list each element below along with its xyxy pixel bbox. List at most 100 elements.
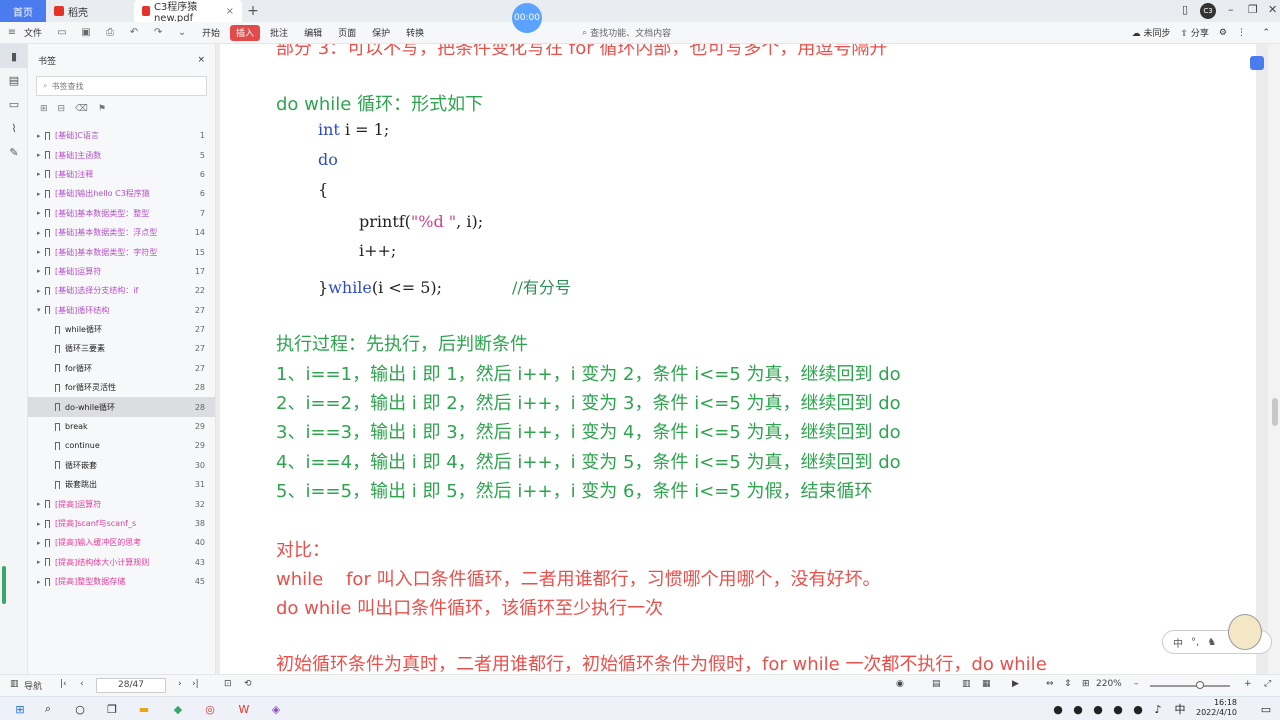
collapsed-arrow-icon[interactable]: ▸ bbox=[37, 558, 41, 566]
bookmark-search[interactable]: ⌕ bbox=[36, 76, 207, 96]
bookmark-item[interactable]: ▸ [基础]选择分支结构：if 22 bbox=[28, 281, 215, 300]
last-page-icon[interactable]: ›| bbox=[192, 679, 199, 689]
collapse-ribbon-icon[interactable]: ⌃ bbox=[1262, 28, 1270, 38]
ime-skin-icon[interactable]: ♞ bbox=[1207, 637, 1216, 648]
bookmark-panel-icon[interactable]: ▮ bbox=[0, 44, 28, 68]
bookmark-item[interactable]: ▾ [基础]循环结构 27 bbox=[28, 301, 215, 320]
minimize-icon[interactable]: – bbox=[1228, 3, 1234, 16]
save-icon[interactable]: ▣ bbox=[79, 27, 93, 39]
page-number-field[interactable]: 28/47 bbox=[96, 678, 166, 693]
collapsed-arrow-icon[interactable]: ▸ bbox=[37, 539, 41, 547]
task-view-icon[interactable]: ❐ bbox=[104, 701, 120, 717]
nav-toggle-icon[interactable]: ▥ bbox=[10, 679, 19, 689]
bookmark-item[interactable]: for循环灵活性 28 bbox=[28, 378, 215, 397]
zoom-in-icon[interactable]: + bbox=[1244, 679, 1252, 689]
delete-bookmark-icon[interactable]: ⌫ bbox=[75, 104, 88, 114]
add-bookmark-icon[interactable]: ⊞ bbox=[40, 104, 48, 114]
more-icon[interactable]: ⋮ bbox=[1237, 28, 1246, 38]
menu-insert[interactable]: 插入 bbox=[230, 24, 261, 41]
zoom-fit-icon[interactable]: ⊞ bbox=[1082, 679, 1090, 689]
sync-status[interactable]: ☁ 未同步 bbox=[1132, 26, 1171, 39]
play-icon[interactable]: ▶ bbox=[1012, 679, 1019, 689]
fit-page-icon[interactable]: ⊡ bbox=[224, 679, 232, 689]
menu-convert[interactable]: 转换 bbox=[398, 22, 432, 44]
bookmark-item[interactable]: ▸ [提高]运算符 32 bbox=[28, 494, 215, 513]
tab-close-icon[interactable]: × bbox=[226, 6, 234, 17]
bookmark-item[interactable]: do-while循环 28 bbox=[28, 397, 215, 417]
zoom-slider-knob[interactable] bbox=[1195, 681, 1204, 689]
double-page-icon[interactable]: ▦ bbox=[982, 679, 991, 689]
continuous-page-icon[interactable]: ▥ bbox=[962, 679, 971, 689]
nav-label[interactable]: 导航 bbox=[24, 679, 42, 692]
collapsed-arrow-icon[interactable]: ▸ bbox=[37, 209, 41, 217]
zoom-value[interactable]: 220% bbox=[1096, 679, 1122, 689]
signature-icon[interactable]: ✎ bbox=[0, 140, 28, 164]
undo-icon[interactable]: ↶ bbox=[127, 27, 141, 39]
tray-icon[interactable]: ● bbox=[1130, 701, 1146, 717]
menu-protect[interactable]: 保护 bbox=[364, 22, 398, 44]
tray-icon[interactable]: ● bbox=[1110, 701, 1126, 717]
collapsed-arrow-icon[interactable]: ▸ bbox=[37, 520, 41, 528]
bookmark-flag-icon[interactable]: ⚑ bbox=[98, 104, 106, 114]
mic-icon[interactable]: ● bbox=[1050, 701, 1066, 717]
bookmark-item[interactable]: ▸ [基础]基本数据类型：整型 7 bbox=[28, 204, 215, 223]
bookmark-item[interactable]: ▸ [基础]基本数据类型：字符型 15 bbox=[28, 242, 215, 261]
collapsed-arrow-icon[interactable]: ▸ bbox=[37, 229, 41, 237]
close-icon[interactable]: × bbox=[197, 55, 205, 65]
notification-icon[interactable]: ▭ bbox=[1258, 701, 1274, 717]
collapsed-arrow-icon[interactable]: ▸ bbox=[37, 500, 41, 508]
collapsed-arrow-icon[interactable]: ▸ bbox=[37, 170, 41, 178]
more-chevron-icon[interactable]: ⌄ bbox=[175, 27, 189, 39]
redo-icon[interactable]: ↷ bbox=[151, 27, 165, 39]
zoom-slider[interactable] bbox=[1150, 681, 1230, 689]
collapsed-arrow-icon[interactable]: ▸ bbox=[37, 151, 41, 159]
collapsed-arrow-icon[interactable]: ▸ bbox=[37, 132, 41, 140]
bookmark-item[interactable]: ▸ [基础]主函数 5 bbox=[28, 145, 215, 164]
restore-layout-icon[interactable]: ▯ bbox=[1182, 3, 1188, 16]
hamburger-icon[interactable]: ≡ bbox=[5, 27, 19, 39]
vertical-scrollbar[interactable] bbox=[1268, 44, 1280, 674]
rotate-icon[interactable]: ⟲ bbox=[244, 679, 252, 689]
single-page-icon[interactable]: ▤ bbox=[932, 679, 941, 689]
tray-icon[interactable]: ● bbox=[1090, 701, 1106, 717]
maximize-icon[interactable]: ❐ bbox=[1248, 3, 1258, 16]
fit-height-icon[interactable]: ⇕ bbox=[1064, 679, 1072, 689]
start-icon[interactable]: ⊞ bbox=[12, 701, 28, 717]
file-explorer-icon[interactable]: ▬ bbox=[136, 701, 152, 717]
bookmark-item[interactable]: ▸ [基础]基本数据类型：浮点型 14 bbox=[28, 223, 215, 242]
wps-taskbar-icon[interactable]: W bbox=[236, 701, 252, 717]
collapsed-arrow-icon[interactable]: ▸ bbox=[37, 287, 41, 295]
print-icon[interactable]: ⎙ bbox=[103, 27, 117, 39]
bookmark-search-input[interactable] bbox=[51, 81, 192, 91]
fit-width-icon[interactable]: ⇔ bbox=[1046, 679, 1054, 689]
next-page-icon[interactable]: › bbox=[178, 679, 182, 689]
bookmark-item[interactable]: ▸ [基础]输出hello C3程序猿 6 bbox=[28, 184, 215, 203]
attachment-icon[interactable]: ⌇ bbox=[0, 116, 28, 140]
collapsed-arrow-icon[interactable]: ▸ bbox=[37, 267, 41, 275]
bookmark-item[interactable]: ▸ [基础]C语言 1 bbox=[28, 126, 215, 145]
menu-page[interactable]: 页面 bbox=[330, 22, 364, 44]
bookmark-item[interactable]: 嵌套跳出 31 bbox=[28, 475, 215, 494]
tab-document[interactable]: C3程序猿new.pdf × bbox=[134, 0, 242, 24]
bookmark-item[interactable]: ▸ [提高]输入缓冲区的思考 40 bbox=[28, 533, 215, 552]
visual-studio-icon[interactable]: ◈ bbox=[268, 701, 284, 717]
settings-icon[interactable]: ⚙ bbox=[1219, 28, 1227, 38]
open-folder-icon[interactable]: ▭ bbox=[55, 27, 69, 39]
eye-mode-icon[interactable]: ◉ bbox=[896, 679, 904, 689]
bookmark-item[interactable]: ▸ [提高]结构体大小计算规则 43 bbox=[28, 553, 215, 572]
ime-tray-icon[interactable]: 中 bbox=[1172, 701, 1188, 717]
system-clock[interactable]: 16:18 2022/4/10 bbox=[1196, 698, 1237, 718]
zoom-out-icon[interactable]: – bbox=[1134, 679, 1139, 689]
new-tab-button[interactable]: + bbox=[242, 0, 264, 22]
bookmark-item[interactable]: ▸ [提高]scanf与scanf_s 38 bbox=[28, 514, 215, 533]
bookmark-item[interactable]: continue 29 bbox=[28, 436, 215, 455]
bookmark-item[interactable]: 循环嵌套 30 bbox=[28, 456, 215, 475]
app-icon[interactable]: ◆ bbox=[170, 701, 186, 717]
tray-icon[interactable]: ● bbox=[1070, 701, 1086, 717]
tab-home[interactable]: 首页 bbox=[0, 0, 46, 22]
bookmark-item[interactable]: while循环 27 bbox=[28, 320, 215, 339]
comment-icon[interactable]: ▭ bbox=[0, 92, 28, 116]
function-search[interactable]: ⌕ 查找功能、文档内容 bbox=[582, 26, 671, 40]
ime-lang[interactable]: 中 bbox=[1173, 635, 1183, 650]
chrome-icon[interactable]: ◎ bbox=[202, 701, 218, 717]
